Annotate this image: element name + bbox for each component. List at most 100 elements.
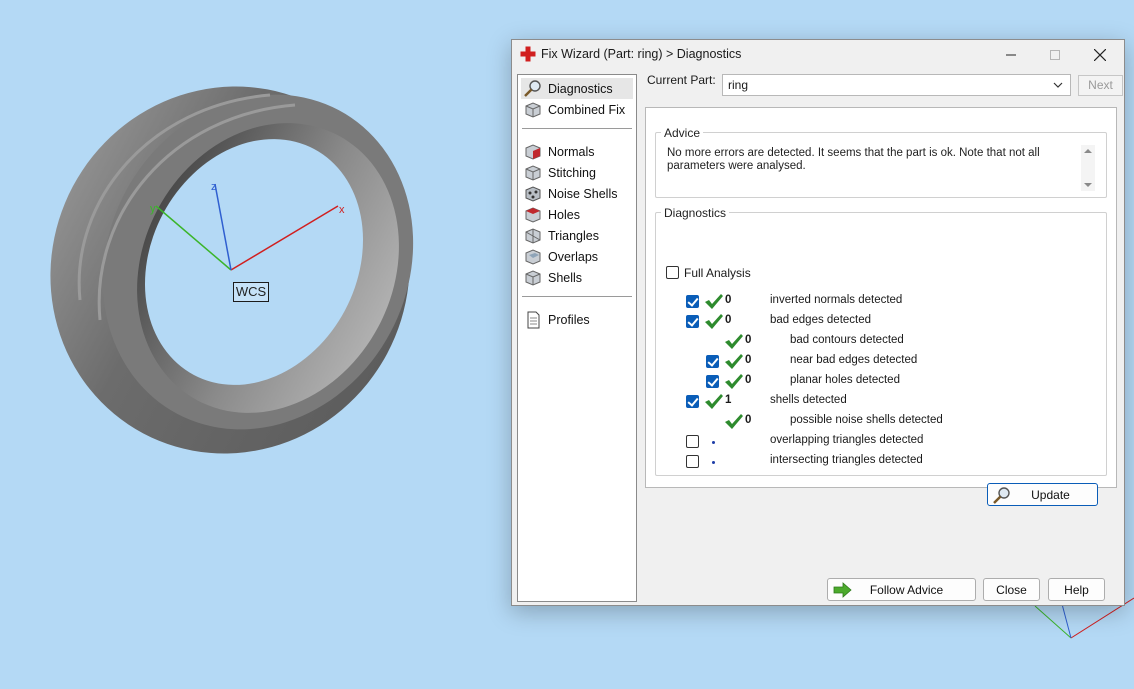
titlebar[interactable]: Fix Wizard (Part: ring) > Diagnostics xyxy=(512,40,1124,70)
advice-text: No more errors are detected. It seems th… xyxy=(667,147,1040,172)
nav-item-noise-shells[interactable]: Noise Shells xyxy=(521,183,633,204)
current-part-select[interactable]: ring xyxy=(722,74,1071,96)
z-axis-mini xyxy=(1061,603,1072,639)
check-mark-icon xyxy=(725,414,743,429)
nav-item-combined-fix[interactable]: Combined Fix xyxy=(521,99,633,120)
diagnostic-label: possible noise shells detected xyxy=(790,414,943,426)
nav-item-holes[interactable]: Holes xyxy=(521,204,633,225)
diagnostic-label: shells detected xyxy=(770,394,847,406)
wcs-label: WCS xyxy=(233,282,269,302)
advice-scrollbar[interactable] xyxy=(1081,145,1095,191)
triangles-icon xyxy=(525,227,541,244)
magnifier-icon xyxy=(993,487,1010,504)
check-mark-icon xyxy=(705,314,723,329)
cube-icon xyxy=(525,101,541,118)
diagnostic-checkbox[interactable] xyxy=(706,355,719,368)
full-analysis-label: Full Analysis xyxy=(684,266,751,280)
check-mark-icon xyxy=(705,294,723,309)
close-window-button[interactable] xyxy=(1078,40,1122,70)
diagnostic-count: 1 xyxy=(725,394,732,406)
x-axis-label: x xyxy=(339,204,345,216)
nav-label: Overlaps xyxy=(548,249,599,264)
nav-item-profiles[interactable]: Profiles xyxy=(521,309,633,330)
next-button[interactable]: Next xyxy=(1078,75,1123,96)
nav-item-triangles[interactable]: Triangles xyxy=(521,225,633,246)
nav-item-overlaps[interactable]: Overlaps xyxy=(521,246,633,267)
nav-label: Combined Fix xyxy=(548,102,626,117)
chevron-down-icon xyxy=(1053,82,1063,88)
minimize-button[interactable] xyxy=(989,40,1033,70)
check-mark-icon xyxy=(725,374,743,389)
nav-label: Shells xyxy=(548,270,583,285)
normals-cube-icon xyxy=(525,143,541,160)
y-axis-label: y xyxy=(150,203,156,215)
diagnostic-label: overlapping triangles detected xyxy=(770,434,924,446)
nav-label: Triangles xyxy=(548,228,599,243)
diagnostic-label: inverted normals detected xyxy=(770,294,903,306)
nav-divider xyxy=(522,296,632,297)
follow-advice-button[interactable]: Follow Advice xyxy=(827,578,976,601)
nav-divider xyxy=(522,128,632,129)
maximize-button[interactable] xyxy=(1033,40,1077,70)
diagnostic-checkbox[interactable] xyxy=(686,395,699,408)
window-title: Fix Wizard (Part: ring) > Diagnostics xyxy=(541,47,742,61)
nav-item-stitching[interactable]: Stitching xyxy=(521,162,633,183)
diagnostic-count: 0 xyxy=(725,294,732,306)
diagnostic-checkbox[interactable] xyxy=(686,435,699,448)
pending-dot-icon xyxy=(712,461,715,464)
diagnostic-checkbox[interactable] xyxy=(706,375,719,388)
fix-wizard-dialog: Fix Wizard (Part: ring) > Diagnostics Di… xyxy=(511,39,1125,606)
holes-cube-icon xyxy=(525,206,541,223)
diagnostic-count: 0 xyxy=(745,374,752,386)
diagnostic-count: 0 xyxy=(745,354,752,366)
z-axis-label: z xyxy=(211,181,217,193)
nav-item-shells[interactable]: Shells xyxy=(521,267,633,288)
close-button[interactable]: Close xyxy=(983,578,1040,601)
document-icon xyxy=(527,311,540,328)
y-axis-mini xyxy=(1034,605,1072,639)
nav-label: Diagnostics xyxy=(548,81,613,96)
shells-icon xyxy=(525,269,541,286)
check-mark-icon xyxy=(725,354,743,369)
diagnostic-label: planar holes detected xyxy=(790,374,900,386)
diagnostic-label: near bad edges detected xyxy=(790,354,918,366)
pending-dot-icon xyxy=(712,441,715,444)
nav-item-diagnostics[interactable]: Diagnostics xyxy=(521,78,633,99)
nav-label: Normals xyxy=(548,144,595,159)
diagnostic-checkbox[interactable] xyxy=(686,315,699,328)
nav-item-normals[interactable]: Normals xyxy=(521,141,633,162)
wizard-nav: Diagnostics Combined Fix Normals Stitchi… xyxy=(517,74,637,602)
nav-label: Holes xyxy=(548,207,580,222)
diagnostic-count: 0 xyxy=(745,414,752,426)
check-mark-icon xyxy=(705,394,723,409)
diagnostics-title: Diagnostics xyxy=(661,206,730,220)
minimize-icon xyxy=(1006,54,1016,56)
overlaps-icon xyxy=(525,248,541,265)
magnifier-icon xyxy=(524,79,541,97)
stitching-cube-icon xyxy=(525,164,541,181)
full-analysis-checkbox[interactable] xyxy=(666,266,679,279)
maximize-icon xyxy=(1050,50,1060,60)
help-button[interactable]: Help xyxy=(1048,578,1105,601)
arrow-right-icon xyxy=(833,582,852,598)
nav-label: Stitching xyxy=(548,165,596,180)
nav-label: Noise Shells xyxy=(548,186,618,201)
update-button[interactable]: Update xyxy=(987,483,1098,506)
diagnostic-label: bad contours detected xyxy=(790,334,904,346)
advice-title: Advice xyxy=(661,126,704,140)
update-label: Update xyxy=(1031,487,1070,502)
close-icon xyxy=(1094,49,1106,61)
follow-advice-label: Follow Advice xyxy=(869,582,944,597)
diagnostic-label: bad edges detected xyxy=(770,314,872,326)
diagnostic-count: 0 xyxy=(725,314,732,326)
check-mark-icon xyxy=(725,334,743,349)
diagnostic-count: 0 xyxy=(745,334,752,346)
diagnostic-label: intersecting triangles detected xyxy=(770,454,923,466)
noise-shells-icon xyxy=(525,185,541,202)
nav-label: Profiles xyxy=(548,312,590,327)
current-part-label: Current Part: xyxy=(647,73,716,87)
diagnostic-checkbox[interactable] xyxy=(686,455,699,468)
current-part-value: ring xyxy=(728,78,749,92)
red-cross-icon xyxy=(520,46,536,62)
diagnostic-checkbox[interactable] xyxy=(686,295,699,308)
